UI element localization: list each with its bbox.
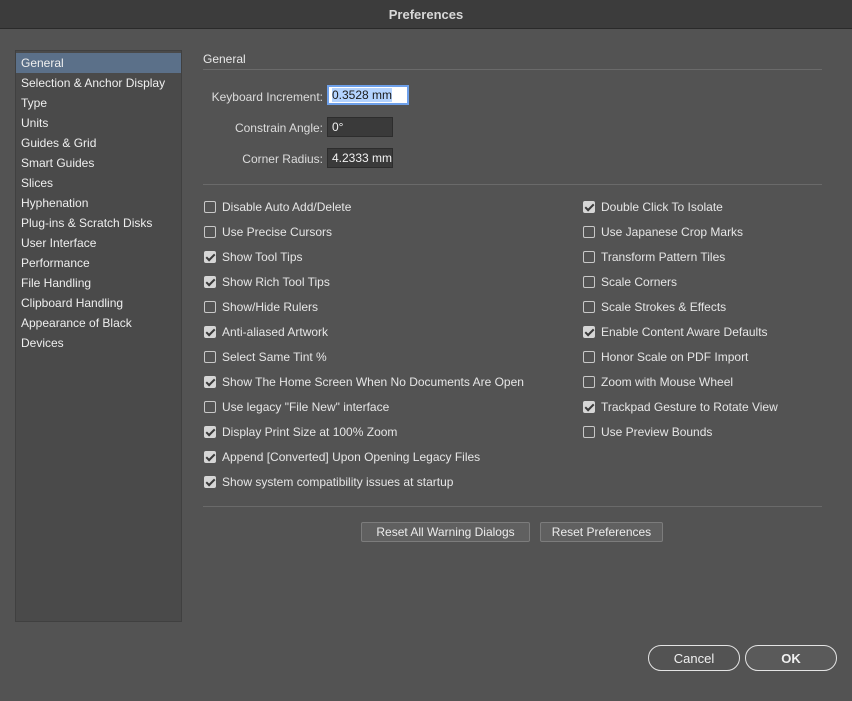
corner-radius-label: Corner Radius:	[242, 152, 323, 166]
checkbox-use-preview-bounds[interactable]: Use Preview Bounds	[583, 424, 712, 440]
sidebar-item-appearance-of-black[interactable]: Appearance of Black	[16, 313, 181, 333]
checkbox-unchecked-icon[interactable]	[204, 401, 216, 413]
sidebar-item-smart-guides[interactable]: Smart Guides	[16, 153, 181, 173]
checkbox-label[interactable]: Zoom with Mouse Wheel	[601, 375, 733, 389]
checkbox-unchecked-icon[interactable]	[583, 351, 595, 363]
sidebar-item-slices[interactable]: Slices	[16, 173, 181, 193]
sidebar-item-devices[interactable]: Devices	[16, 333, 181, 353]
checkbox-trackpad-gesture-to-rotate-view[interactable]: Trackpad Gesture to Rotate View	[583, 399, 778, 415]
checkbox-use-japanese-crop-marks[interactable]: Use Japanese Crop Marks	[583, 224, 743, 240]
checkbox-scale-strokes-effects[interactable]: Scale Strokes & Effects	[583, 299, 726, 315]
checkbox-show-tool-tips[interactable]: Show Tool Tips	[204, 249, 303, 265]
sidebar-item-clipboard-handling[interactable]: Clipboard Handling	[16, 293, 181, 313]
checkbox-unchecked-icon[interactable]	[204, 226, 216, 238]
checkbox-label[interactable]: Use Precise Cursors	[222, 225, 332, 239]
reset-preferences-button[interactable]: Reset Preferences	[540, 522, 663, 542]
sidebar-item-performance[interactable]: Performance	[16, 253, 181, 273]
checkbox-label[interactable]: Enable Content Aware Defaults	[601, 325, 768, 339]
checkbox-checked-icon[interactable]	[204, 426, 216, 438]
checkbox-label[interactable]: Double Click To Isolate	[601, 200, 723, 214]
checkbox-display-print-size-at-100-zoom[interactable]: Display Print Size at 100% Zoom	[204, 424, 397, 440]
checkbox-disable-auto-add-delete[interactable]: Disable Auto Add/Delete	[204, 199, 351, 215]
checkbox-label[interactable]: Anti-aliased Artwork	[222, 325, 328, 339]
checkbox-label[interactable]: Show The Home Screen When No Documents A…	[222, 375, 524, 389]
checkbox-use-legacy-file-new-interface[interactable]: Use legacy "File New" interface	[204, 399, 389, 415]
ok-button[interactable]: OK	[745, 645, 837, 671]
sidebar-item-selection-anchor-display[interactable]: Selection & Anchor Display	[16, 73, 181, 93]
buttons-divider	[203, 506, 822, 507]
checkbox-checked-icon[interactable]	[583, 401, 595, 413]
sidebar-item-guides-grid[interactable]: Guides & Grid	[16, 133, 181, 153]
checkbox-label[interactable]: Use Preview Bounds	[601, 425, 712, 439]
checkbox-label[interactable]: Scale Corners	[601, 275, 677, 289]
checkbox-checked-icon[interactable]	[204, 376, 216, 388]
checkbox-unchecked-icon[interactable]	[204, 201, 216, 213]
checkbox-unchecked-icon[interactable]	[204, 351, 216, 363]
checkbox-label[interactable]: Show Tool Tips	[222, 250, 303, 264]
constrain-angle-field[interactable]: 0°	[327, 117, 393, 137]
constrain-angle-label: Constrain Angle:	[234, 121, 323, 135]
checkbox-label[interactable]: Show Rich Tool Tips	[222, 275, 330, 289]
sidebar-item-units[interactable]: Units	[16, 113, 181, 133]
reset-all-warning-dialogs-button[interactable]: Reset All Warning Dialogs	[361, 522, 530, 542]
checkbox-label[interactable]: Transform Pattern Tiles	[601, 250, 725, 264]
keyboard-increment-label: Keyboard Increment:	[211, 90, 323, 104]
checkbox-scale-corners[interactable]: Scale Corners	[583, 274, 677, 290]
sidebar-item-plugins-scratch-disks[interactable]: Plug-ins & Scratch Disks	[16, 213, 181, 233]
sidebar-item-user-interface[interactable]: User Interface	[16, 233, 181, 253]
sidebar-item-hyphenation[interactable]: Hyphenation	[16, 193, 181, 213]
window-titlebar: Preferences	[0, 0, 852, 29]
checkbox-label[interactable]: Use Japanese Crop Marks	[601, 225, 743, 239]
checkbox-show-rich-tool-tips[interactable]: Show Rich Tool Tips	[204, 274, 330, 290]
checkbox-checked-icon[interactable]	[204, 251, 216, 263]
checkbox-label[interactable]: Scale Strokes & Effects	[601, 300, 726, 314]
sidebar-item-general[interactable]: General	[16, 53, 181, 73]
checkbox-unchecked-icon[interactable]	[583, 376, 595, 388]
checkbox-honor-scale-on-pdf-import[interactable]: Honor Scale on PDF Import	[583, 349, 748, 365]
window-title: Preferences	[388, 6, 464, 22]
checkbox-label[interactable]: Show/Hide Rulers	[222, 300, 318, 314]
keyboard-increment-field[interactable]: 0.3528 mm	[327, 85, 409, 105]
checkbox-checked-icon[interactable]	[204, 326, 216, 338]
preferences-category-list[interactable]: General Selection & Anchor Display Type …	[15, 50, 182, 622]
checkbox-checked-icon[interactable]	[204, 451, 216, 463]
checkbox-checked-icon[interactable]	[583, 326, 595, 338]
checkbox-label[interactable]: Display Print Size at 100% Zoom	[222, 425, 397, 439]
checkbox-label[interactable]: Append [Converted] Upon Opening Legacy F…	[222, 450, 480, 464]
sidebar-item-file-handling[interactable]: File Handling	[16, 273, 181, 293]
checkbox-select-same-tint[interactable]: Select Same Tint %	[204, 349, 327, 365]
checkbox-show-hide-rulers[interactable]: Show/Hide Rulers	[204, 299, 318, 315]
options-divider	[203, 184, 822, 185]
checkbox-unchecked-icon[interactable]	[583, 251, 595, 263]
checkbox-unchecked-icon[interactable]	[583, 276, 595, 288]
checkbox-show-system-compatibility-issues-at-startup[interactable]: Show system compatibility issues at star…	[204, 474, 453, 490]
corner-radius-field[interactable]: 4.2333 mm	[327, 148, 393, 168]
checkbox-checked-icon[interactable]	[583, 201, 595, 213]
checkbox-append-converted-upon-opening-legacy-files[interactable]: Append [Converted] Upon Opening Legacy F…	[204, 449, 480, 465]
checkbox-label[interactable]: Trackpad Gesture to Rotate View	[601, 400, 778, 414]
checkbox-label[interactable]: Select Same Tint %	[222, 350, 327, 364]
checkbox-use-precise-cursors[interactable]: Use Precise Cursors	[204, 224, 332, 240]
checkbox-enable-content-aware-defaults[interactable]: Enable Content Aware Defaults	[583, 324, 768, 340]
checkbox-checked-icon[interactable]	[204, 476, 216, 488]
checkbox-label[interactable]: Show system compatibility issues at star…	[222, 475, 453, 489]
checkbox-show-the-home-screen-when-no-documents-are-open[interactable]: Show The Home Screen When No Documents A…	[204, 374, 524, 390]
checkbox-unchecked-icon[interactable]	[204, 301, 216, 313]
cancel-button[interactable]: Cancel	[648, 645, 740, 671]
checkbox-label[interactable]: Disable Auto Add/Delete	[222, 200, 351, 214]
checkbox-label[interactable]: Use legacy "File New" interface	[222, 400, 389, 414]
checkbox-unchecked-icon[interactable]	[583, 301, 595, 313]
checkbox-transform-pattern-tiles[interactable]: Transform Pattern Tiles	[583, 249, 725, 265]
section-divider	[203, 69, 822, 70]
section-title: General	[203, 52, 246, 66]
checkbox-anti-aliased-artwork[interactable]: Anti-aliased Artwork	[204, 324, 328, 340]
checkbox-unchecked-icon[interactable]	[583, 426, 595, 438]
sidebar-item-type[interactable]: Type	[16, 93, 181, 113]
checkbox-double-click-to-isolate[interactable]: Double Click To Isolate	[583, 199, 723, 215]
checkbox-zoom-with-mouse-wheel[interactable]: Zoom with Mouse Wheel	[583, 374, 733, 390]
checkbox-label[interactable]: Honor Scale on PDF Import	[601, 350, 748, 364]
checkbox-unchecked-icon[interactable]	[583, 226, 595, 238]
checkbox-checked-icon[interactable]	[204, 276, 216, 288]
